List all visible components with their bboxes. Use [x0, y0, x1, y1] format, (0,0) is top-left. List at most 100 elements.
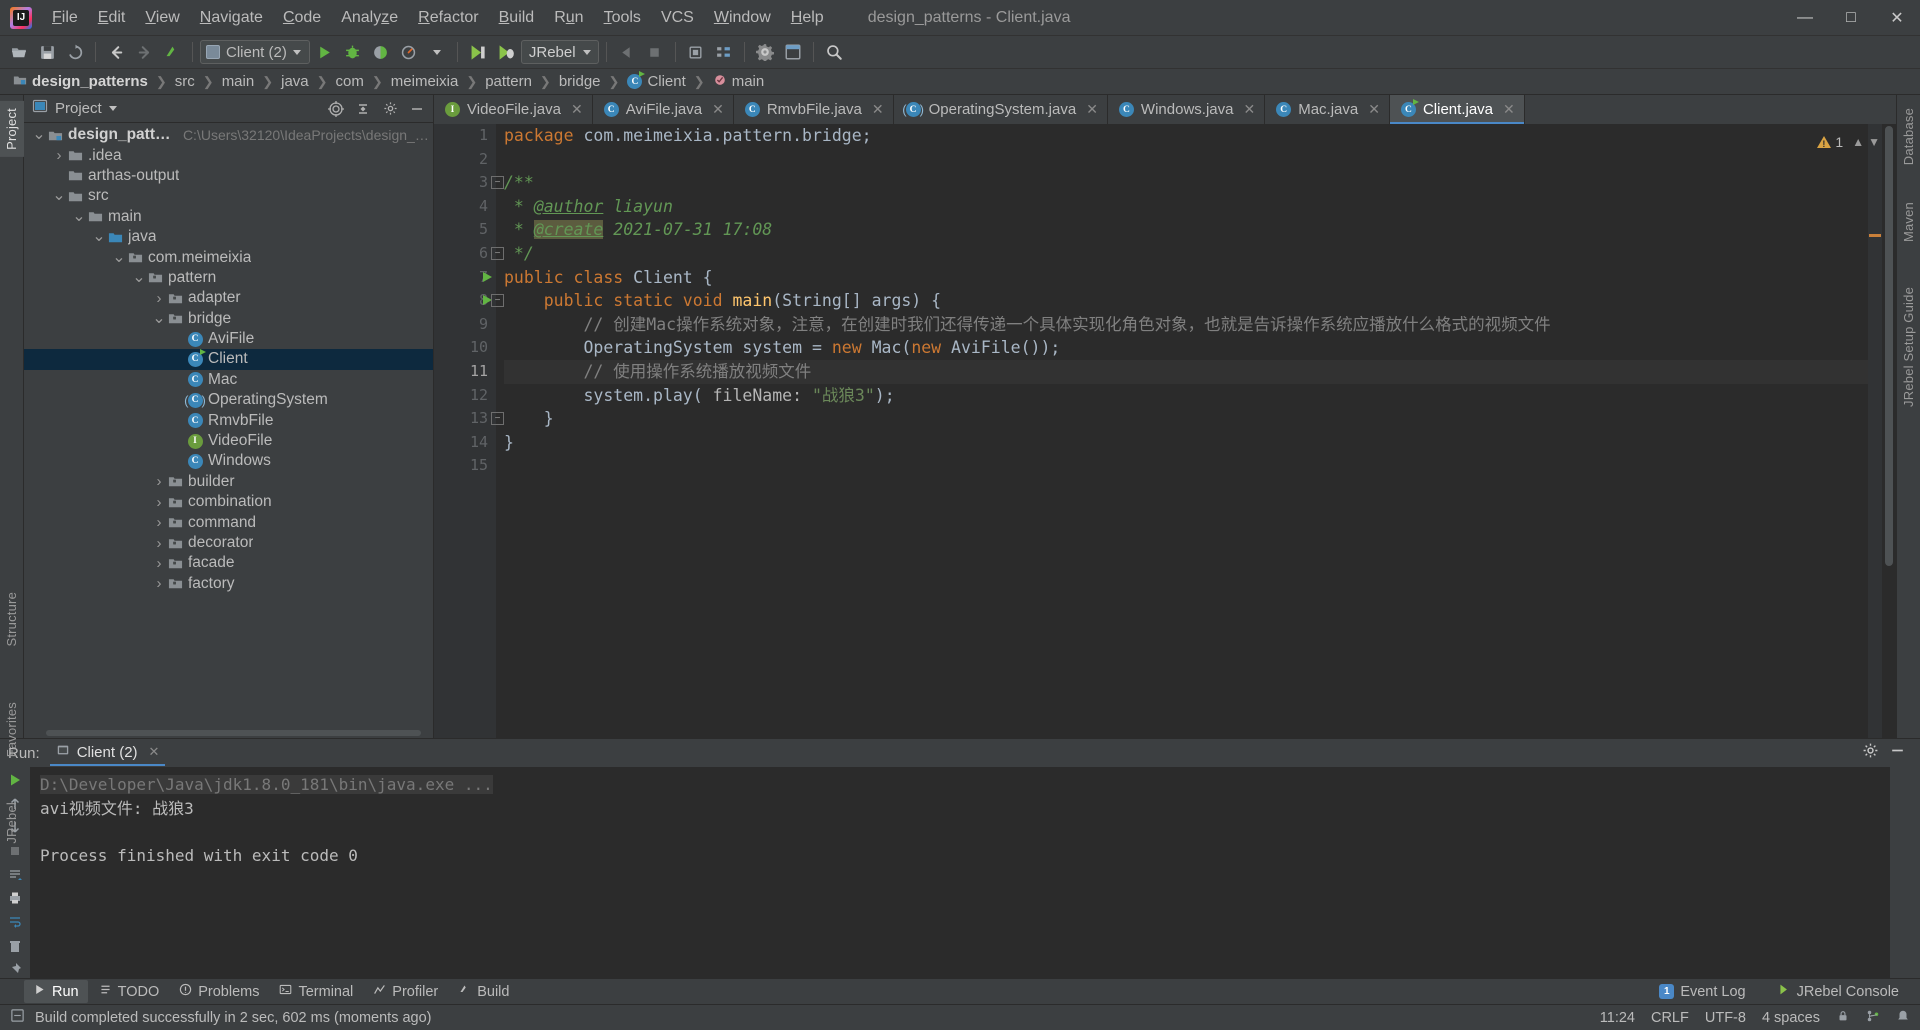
menu-item-help[interactable]: Help: [781, 5, 834, 31]
run-coverage-icon[interactable]: [368, 39, 394, 65]
code-line[interactable]: [504, 148, 1896, 172]
code-line[interactable]: }: [504, 407, 1896, 431]
pin-icon[interactable]: [3, 960, 27, 978]
chevron-down-icon-profiler[interactable]: [424, 39, 450, 65]
chevron-right-icon[interactable]: ›: [52, 147, 66, 164]
code-line[interactable]: system.play( fileName: "战狼3");: [504, 384, 1896, 408]
tree-node-builder[interactable]: › builder: [24, 472, 433, 492]
menu-item-refactor[interactable]: Refactor: [408, 5, 488, 31]
run-configuration-selector[interactable]: Client (2): [200, 40, 310, 64]
tree-node-src[interactable]: ⌄ src: [24, 186, 433, 206]
stop-icon[interactable]: [642, 39, 668, 65]
breadcrumb-item-src[interactable]: src: [172, 72, 198, 91]
run-console-output[interactable]: D:\Developer\Java\jdk1.8.0_181\bin\java.…: [30, 767, 1890, 978]
code-line[interactable]: [504, 454, 1896, 478]
gutter-run-icon[interactable]: [483, 271, 492, 282]
scroll-to-end-icon[interactable]: [3, 866, 27, 884]
chevron-right-icon[interactable]: ›: [152, 535, 166, 552]
tree-node-combination[interactable]: › combination: [24, 492, 433, 512]
hide-icon[interactable]: [1889, 742, 1906, 764]
update-app-icon[interactable]: [614, 39, 640, 65]
status-encoding[interactable]: UTF-8: [1705, 1010, 1746, 1026]
close-icon[interactable]: ✕: [1368, 101, 1380, 118]
menu-item-window[interactable]: Window: [704, 5, 781, 31]
chevron-down-icon[interactable]: ⌄: [92, 229, 106, 245]
menu-item-view[interactable]: View: [135, 5, 189, 31]
code-line[interactable]: OperatingSystem system = new Mac(new Avi…: [504, 336, 1896, 360]
gutter-line-number[interactable]: 5: [434, 218, 496, 242]
breadcrumb-item-meimeixia[interactable]: meimeixia: [388, 72, 462, 91]
maximize-icon[interactable]: □: [1828, 0, 1874, 36]
back-arrow-icon[interactable]: [103, 39, 129, 65]
close-icon[interactable]: ✕: [149, 744, 160, 760]
close-icon[interactable]: ✕: [1874, 0, 1920, 36]
code-line[interactable]: package com.meimeixia.pattern.bridge;: [504, 124, 1896, 148]
menu-item-tools[interactable]: Tools: [594, 5, 651, 31]
editor-vertical-scrollbar[interactable]: [1882, 124, 1896, 738]
tree-node-decorator[interactable]: › decorator: [24, 533, 433, 553]
structure-icon[interactable]: [711, 39, 737, 65]
tree-node-command[interactable]: › command: [24, 512, 433, 532]
editor-tab-VideoFile-java[interactable]: I VideoFile.java ✕: [434, 95, 593, 124]
lock-icon[interactable]: [1836, 1009, 1850, 1027]
collapse-all-icon[interactable]: [353, 99, 373, 119]
menu-item-run[interactable]: Run: [544, 5, 593, 31]
sync-icon[interactable]: [62, 39, 88, 65]
status-indent[interactable]: 4 spaces: [1762, 1010, 1820, 1026]
marker-warning[interactable]: [1869, 234, 1881, 237]
project-tree-horizontal-scrollbar[interactable]: [46, 730, 421, 736]
editor-gutter[interactable]: 1 2 3 4 5 6 7 8 9 10 11 12 13 14 15− − − −: [434, 124, 504, 738]
code-line[interactable]: */: [504, 242, 1896, 266]
breadcrumb-item-pattern[interactable]: pattern: [482, 72, 535, 91]
inspection-widget[interactable]: 1 ▲ ▼: [1817, 134, 1880, 150]
code-line[interactable]: * @author liayun: [504, 195, 1896, 219]
menu-item-code[interactable]: Code: [273, 5, 331, 31]
rail-tab-structure[interactable]: Structure: [0, 585, 24, 654]
chevron-down-icon[interactable]: ⌄: [112, 249, 126, 265]
chevron-down-icon[interactable]: ⌄: [152, 310, 166, 326]
tree-node-AviFile[interactable]: C AviFile: [24, 329, 433, 349]
breadcrumb-item-bridge[interactable]: bridge: [556, 72, 604, 91]
gutter-line-number[interactable]: 12: [434, 384, 496, 408]
menu-item-navigate[interactable]: Navigate: [190, 5, 273, 31]
menu-item-analyze[interactable]: Analyze: [331, 5, 408, 31]
gutter-line-number[interactable]: 1: [434, 124, 496, 148]
run-icon[interactable]: [312, 39, 338, 65]
save-all-icon[interactable]: [34, 39, 60, 65]
close-icon[interactable]: ✕: [872, 101, 884, 118]
settings-icon[interactable]: [752, 39, 778, 65]
editor-tab-Mac-java[interactable]: C Mac.java ✕: [1265, 95, 1390, 124]
bottom-tab-run[interactable]: Run: [24, 980, 88, 1003]
profiler-icon[interactable]: [396, 39, 422, 65]
close-icon[interactable]: ✕: [712, 101, 724, 118]
gutter-line-number[interactable]: 15: [434, 454, 496, 478]
locate-icon[interactable]: [326, 99, 346, 119]
tree-node-design_patterns[interactable]: ⌄ design_patterns C:\Users\32120\IdeaProje…: [24, 125, 433, 145]
breadcrumb-item-main[interactable]: main: [219, 72, 258, 91]
tree-node-facade[interactable]: › facade: [24, 553, 433, 573]
trash-icon[interactable]: [3, 937, 27, 955]
gutter-line-number[interactable]: 3: [434, 171, 496, 195]
gutter-line-number[interactable]: 11: [434, 360, 496, 384]
editor-tab-RmvbFile-java[interactable]: C RmvbFile.java ✕: [733, 95, 894, 124]
bottom-tab-profiler[interactable]: Profiler: [364, 980, 447, 1003]
editor-tab-Windows-java[interactable]: C Windows.java ✕: [1107, 95, 1266, 124]
jrebel-run-icon[interactable]: [465, 39, 491, 65]
close-icon[interactable]: ✕: [1503, 101, 1515, 118]
jrebel-selector[interactable]: JRebel: [520, 40, 599, 64]
menu-item-edit[interactable]: Edit: [88, 5, 136, 31]
code-line[interactable]: /**: [504, 171, 1896, 195]
settings-icon[interactable]: [1862, 742, 1879, 764]
tree-node-VideoFile[interactable]: I VideoFile: [24, 431, 433, 451]
minimize-icon[interactable]: —: [1782, 0, 1828, 36]
tree-node-com.meimeixia[interactable]: ⌄ com.meimeixia: [24, 247, 433, 267]
gutter-line-number[interactable]: 4: [434, 195, 496, 219]
tree-node-RmvbFile[interactable]: C RmvbFile: [24, 410, 433, 430]
debug-icon[interactable]: [340, 39, 366, 65]
chevron-down-icon[interactable]: ⌄: [72, 208, 86, 224]
jrebel-debug-icon[interactable]: [493, 39, 519, 65]
code-line[interactable]: // 创建Mac操作系统对象，注意，在创建时我们还得传递一个具体实现化角色对象，…: [504, 313, 1896, 337]
bottom-tab-problems[interactable]: Problems: [170, 980, 268, 1003]
editor-tab-OperatingSystem-java[interactable]: (C) OperatingSystem.java ✕: [893, 95, 1108, 124]
editor-tab-bar[interactable]: I VideoFile.java ✕ C AviFile.java ✕ C RmvbFile.…: [434, 95, 1896, 124]
